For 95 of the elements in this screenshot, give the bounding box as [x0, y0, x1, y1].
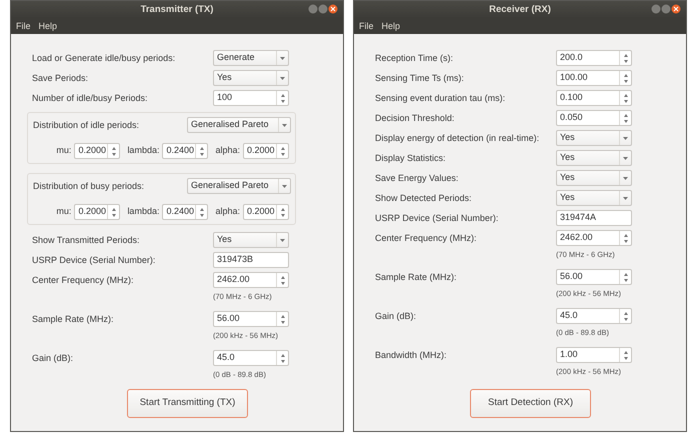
spin-field[interactable]: 1.00: [556, 347, 632, 363]
dropdown[interactable]: Yes: [213, 232, 289, 248]
spin-field[interactable]: 2462.00: [556, 230, 632, 246]
caret-icon: [282, 184, 287, 188]
spin-field[interactable]: 0.2000: [243, 204, 289, 220]
window-controls-icon[interactable]: [651, 4, 681, 14]
field-label: Sensing Time Ts (ms):: [375, 72, 465, 85]
menu-item[interactable]: File: [359, 18, 374, 34]
spin-arrows-icon: [624, 54, 628, 62]
field-label: Sample Rate (MHz):: [375, 271, 458, 284]
field-label: Gain (dB):: [32, 352, 74, 365]
field-label: Show Detected Periods:: [375, 192, 473, 205]
spin-arrows-icon: [280, 94, 284, 102]
dropdown[interactable]: Yes: [556, 130, 632, 146]
spin-arrows-icon: [624, 234, 628, 242]
field-label: Gain (dB):: [375, 310, 418, 323]
spin-field[interactable]: 200.0: [556, 50, 632, 66]
spin-arrows-icon: [624, 272, 628, 282]
dropdown[interactable]: Generate: [213, 50, 289, 66]
window-title: Receiver (RX): [489, 4, 551, 15]
menu-item[interactable]: Help: [382, 18, 400, 34]
spin-arrows-icon: [200, 146, 204, 156]
spin-arrows-icon: [624, 94, 628, 102]
caret-icon: [623, 176, 628, 180]
field-label: alpha:: [215, 205, 240, 218]
spin-field[interactable]: 0.100: [556, 90, 632, 106]
field-label: mu:: [56, 144, 72, 158]
spin-field[interactable]: 0.2400: [162, 143, 208, 159]
spin-arrows-icon: [280, 314, 284, 324]
spin-arrows-icon: [280, 208, 284, 216]
spin-arrows-icon: [624, 350, 628, 360]
spin-arrows-icon: [280, 146, 284, 156]
spin-field[interactable]: 0.2000: [243, 143, 289, 159]
field-label: Save Energy Values:: [375, 172, 460, 185]
dropdown[interactable]: Generalised Pareto: [187, 178, 291, 194]
spin-field[interactable]: 100: [213, 90, 289, 106]
field-label: Bandwidth (MHz):: [375, 349, 448, 362]
field-label: Distribution of idle periods:: [33, 119, 140, 132]
field-label: Sensing event duration tau (ms):: [375, 92, 506, 105]
menu-item[interactable]: Help: [38, 18, 58, 34]
spin-field[interactable]: 0.050: [556, 110, 632, 126]
caret-icon: [623, 196, 628, 200]
spin-field[interactable]: 2462.00: [213, 272, 289, 288]
field-label: Decision Threshold:: [375, 112, 456, 125]
field-label: lambda:: [127, 144, 160, 158]
menu-item[interactable]: File: [16, 18, 31, 34]
caret-icon: [282, 124, 287, 126]
dropdown[interactable]: Yes: [556, 190, 632, 206]
spin-field[interactable]: 56.00: [213, 311, 289, 327]
caret-icon: [280, 238, 285, 242]
field-label: lambda:: [127, 205, 160, 218]
caret-icon: [280, 76, 285, 80]
spin-arrows-icon: [280, 276, 284, 284]
spin-field[interactable]: 0.2000: [74, 204, 120, 220]
field-label: USRP Device (Serial Number):: [32, 254, 156, 267]
spin-field[interactable]: 45.0: [213, 350, 289, 366]
dropdown[interactable]: Yes: [556, 150, 632, 166]
field-label: Center Frequency (MHz):: [32, 274, 135, 287]
field-label: Load or Generate idle/busy periods:: [32, 52, 176, 65]
spin-arrows-icon: [624, 312, 628, 320]
field-label: Show Transmitted Periods:: [32, 234, 141, 247]
input-field[interactable]: 319474A: [556, 210, 632, 226]
spin-field[interactable]: 56.00: [556, 269, 632, 285]
spin-field[interactable]: 0.2000: [74, 143, 120, 159]
spin-arrows-icon: [112, 208, 116, 216]
field-label: alpha:: [215, 144, 240, 158]
start-button[interactable]: Start Transmitting (TX): [127, 389, 248, 418]
field-label: Save Periods:: [32, 72, 90, 85]
window-title: Transmitter (TX): [140, 4, 214, 15]
spin-field[interactable]: 45.0: [556, 308, 632, 324]
spin-arrows-icon: [112, 146, 116, 156]
field-label: Display energy of detection (in real-time):: [375, 132, 540, 145]
window-controls-icon[interactable]: [308, 4, 338, 14]
field-label: Reception Time (s):: [375, 52, 454, 65]
caret-icon: [623, 156, 628, 160]
spin-arrows-icon: [280, 354, 284, 362]
field-label: mu:: [56, 205, 72, 218]
spin-arrows-icon: [624, 114, 628, 122]
field-label: USRP Device (Serial Number):: [375, 212, 500, 225]
field-label: Center Frequency (MHz):: [375, 232, 478, 245]
field-label: Number of idle/busy Periods:: [32, 92, 149, 105]
spin-field[interactable]: 100.00: [556, 70, 632, 86]
dropdown[interactable]: Yes: [556, 170, 632, 186]
field-label: Distribution of busy periods:: [33, 180, 146, 193]
caret-icon: [623, 136, 628, 140]
field-label: Sample Rate (MHz):: [32, 313, 115, 326]
spin-arrows-icon: [200, 208, 204, 216]
start-button[interactable]: Start Detection (RX): [470, 389, 591, 418]
spin-arrows-icon: [624, 74, 628, 82]
spin-field[interactable]: 0.2400: [162, 204, 208, 220]
field-label: Display Statistics:: [375, 152, 447, 165]
caret-icon: [280, 56, 285, 60]
dropdown[interactable]: Yes: [213, 70, 289, 86]
input-field[interactable]: 319473B: [213, 252, 289, 268]
dropdown[interactable]: Generalised Pareto: [187, 117, 291, 133]
